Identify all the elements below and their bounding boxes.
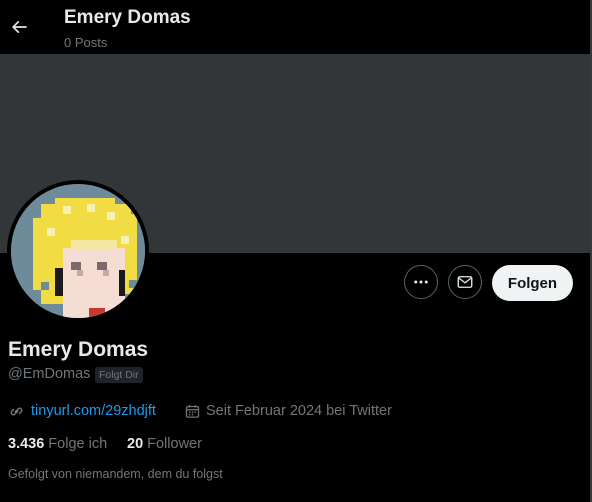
more-dots-icon (414, 280, 428, 284)
followers-label: Follower (147, 436, 202, 452)
arrow-left-icon (11, 20, 27, 34)
posts-count: 0 Posts (64, 35, 108, 50)
following-count: 3.436 (8, 436, 45, 452)
following-count-link[interactable]: 3.436 Folge ich (8, 436, 107, 452)
message-button[interactable] (448, 265, 482, 299)
profile-display-name: Emery Domas (8, 338, 149, 361)
following-label: Folge ich (48, 436, 108, 452)
back-button[interactable] (2, 10, 36, 44)
link-icon (10, 407, 23, 416)
followers-count: 20 (127, 436, 144, 452)
followed-by-text: Gefolgt von niemandem, dem du folgst (8, 467, 223, 481)
profile-header: Emery Domas 0 Posts (0, 0, 590, 54)
envelope-icon (457, 276, 473, 288)
followers-count-link[interactable]: 20 Follower (127, 436, 202, 452)
follows-you-badge: Folgt Dir (95, 367, 143, 383)
avatar[interactable] (11, 184, 145, 318)
calendar-icon (185, 405, 200, 418)
more-button[interactable] (404, 265, 438, 299)
joined-date: Seit Februar 2024 bei Twitter (206, 403, 392, 419)
pixel-portrait-image (11, 184, 145, 318)
follow-button[interactable]: Folgen (492, 265, 573, 301)
header-title: Emery Domas (64, 7, 191, 28)
profile-website-link[interactable]: tinyurl.com/29zhdjft (31, 403, 156, 419)
profile-handle: @EmDomas (8, 366, 91, 382)
